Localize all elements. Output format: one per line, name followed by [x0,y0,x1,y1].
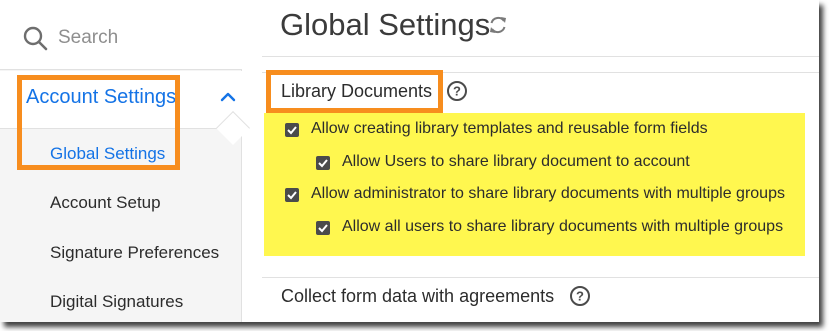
sidebar-item-digital-signatures[interactable]: Digital Signatures [50,292,183,312]
highlight-box-account-settings [17,75,180,170]
checkbox-checked-icon[interactable] [285,123,299,137]
checkbox-checked-icon[interactable] [316,156,330,170]
option-users-share-groups: Allow all users to share library documen… [342,218,784,235]
checkbox-checked-icon[interactable] [316,221,330,235]
sidebar-item-signature-preferences[interactable]: Signature Preferences [50,243,219,263]
help-icon[interactable]: ? [446,80,468,102]
divider [262,277,819,278]
svg-text:?: ? [576,289,584,304]
highlight-box-library-documents [266,70,443,113]
option-admin-share-groups: Allow administrator to share library doc… [311,185,785,202]
search-icon [23,26,48,51]
collect-form-data-title: Collect form data with agreements [281,286,555,306]
search-input[interactable]: Search [58,27,118,49]
search-box[interactable]: Search [0,0,242,70]
app-window: Search Account Settings Global Settings … [0,0,819,322]
sidebar-item-account-setup[interactable]: Account Setup [50,193,161,213]
svg-text:?: ? [453,84,461,99]
divider [262,56,819,57]
chevron-up-icon[interactable] [219,91,237,103]
checkbox-checked-icon[interactable] [285,188,299,202]
help-icon[interactable]: ? [569,285,591,307]
page-title: Global Settings [280,7,491,42]
option-allow-library-templates: Allow creating library templates and reu… [311,120,708,137]
option-share-to-account: Allow Users to share library document to… [342,153,690,170]
refresh-icon[interactable] [487,14,509,36]
